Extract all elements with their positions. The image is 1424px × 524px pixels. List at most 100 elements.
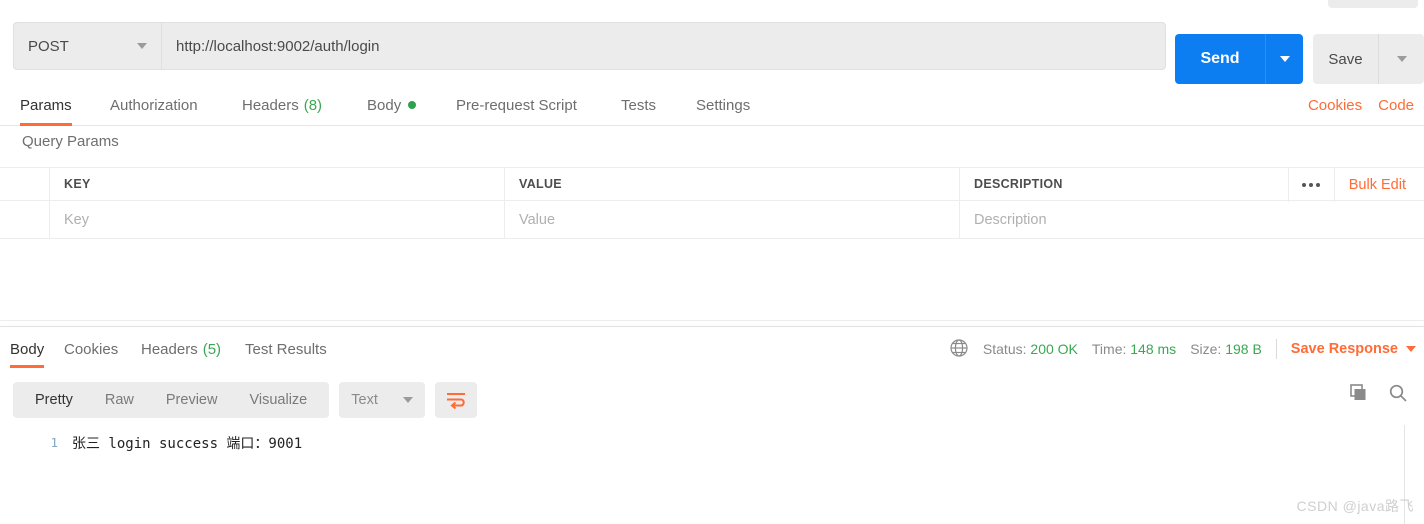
tab-label: Params	[20, 97, 72, 114]
divider	[1276, 339, 1277, 359]
line-number: 1	[0, 433, 58, 450]
time-value: 148 ms	[1130, 341, 1176, 357]
status-label: Status:	[983, 341, 1027, 357]
param-key-input[interactable]: Key	[50, 201, 505, 238]
pane-divider[interactable]	[0, 326, 1424, 327]
send-options-button[interactable]	[1265, 34, 1303, 84]
size-group: Size: 198 B	[1190, 341, 1262, 357]
chevron-down-icon	[1397, 56, 1407, 62]
request-url-input[interactable]: http://localhost:9002/auth/login	[161, 22, 1166, 70]
tab-settings[interactable]: Settings	[696, 84, 750, 126]
response-tab-cookies[interactable]: Cookies	[64, 330, 118, 368]
save-response-button[interactable]: Save Response	[1291, 341, 1416, 357]
tab-label: Body	[10, 341, 44, 358]
size-value: 198 B	[1225, 341, 1262, 357]
param-value-placeholder: Value	[519, 212, 555, 228]
response-tab-headers[interactable]: Headers (5)	[141, 330, 221, 368]
table-header-row: KEY VALUE DESCRIPTION Bulk Edit	[0, 167, 1424, 201]
body-present-dot-icon	[408, 101, 416, 109]
tab-params[interactable]: Params	[20, 84, 72, 126]
save-response-label: Save Response	[1291, 341, 1398, 357]
response-tabs: Body Cookies Headers (5) Test Results	[0, 330, 1424, 368]
response-tab-body[interactable]: Body	[10, 330, 44, 368]
chevron-down-icon	[1406, 346, 1416, 352]
tab-headers[interactable]: Headers (8)	[242, 84, 322, 126]
request-url-text: http://localhost:9002/auth/login	[176, 38, 379, 55]
column-header-label: KEY	[64, 177, 91, 191]
response-format-label: Text	[351, 392, 378, 408]
view-mode-pretty[interactable]: Pretty	[19, 382, 89, 418]
table-row[interactable]: Key Value Description	[0, 201, 1424, 239]
view-mode-visualize[interactable]: Visualize	[233, 382, 323, 418]
http-method-label: POST	[28, 38, 137, 55]
tab-label: Authorization	[110, 97, 198, 114]
tab-count: (8)	[304, 97, 322, 114]
tab-label: Headers	[242, 97, 299, 114]
globe-icon	[949, 338, 969, 361]
tab-label: Test Results	[245, 341, 327, 358]
response-body-icons	[1348, 383, 1408, 408]
tab-label: Pre-request Script	[456, 97, 577, 114]
param-value-input[interactable]: Value	[505, 201, 960, 238]
top-cutoff-control	[1328, 0, 1418, 8]
watermark: CSDN @java路飞	[1297, 496, 1414, 516]
size-label: Size:	[1190, 341, 1221, 357]
select-all-cell[interactable]	[0, 168, 50, 200]
param-key-placeholder: Key	[64, 212, 89, 228]
column-header-label: DESCRIPTION	[974, 177, 1063, 191]
code-link[interactable]: Code	[1378, 97, 1414, 114]
tab-label: Headers	[141, 341, 198, 358]
column-header-key: KEY	[50, 168, 505, 200]
tab-tests[interactable]: Tests	[621, 84, 656, 126]
params-pane-bottom-border	[0, 320, 1424, 321]
params-table-tools: Bulk Edit	[1288, 168, 1424, 202]
response-tab-test-results[interactable]: Test Results	[245, 330, 327, 368]
tab-label: Cookies	[64, 341, 118, 358]
more-options-icon[interactable]	[1288, 168, 1334, 202]
send-button[interactable]: Send	[1175, 34, 1265, 84]
search-icon[interactable]	[1388, 383, 1408, 408]
tab-label: Settings	[696, 97, 750, 114]
status-value: 200 OK	[1030, 341, 1077, 357]
view-mode-preview[interactable]: Preview	[150, 382, 234, 418]
tab-authorization[interactable]: Authorization	[110, 84, 198, 126]
view-mode-raw[interactable]: Raw	[89, 382, 150, 418]
response-meta: Status: 200 OK Time: 148 ms Size: 198 B …	[949, 330, 1416, 368]
tab-pre-request-script[interactable]: Pre-request Script	[456, 84, 577, 126]
chevron-down-icon	[1280, 56, 1290, 62]
query-params-table: KEY VALUE DESCRIPTION Bulk Edit Key Valu…	[0, 167, 1424, 239]
save-button[interactable]: Save	[1313, 34, 1378, 84]
bulk-edit-button[interactable]: Bulk Edit	[1334, 168, 1424, 202]
request-top-links: Cookies Code	[1308, 84, 1424, 126]
response-body-viewer[interactable]: 1 张三 login success 端口：9001	[0, 425, 1405, 524]
response-toolbar: Pretty Raw Preview Visualize Text	[13, 382, 477, 418]
time-label: Time:	[1092, 341, 1126, 357]
request-tabs: Params Authorization Headers (8) Body Pr…	[0, 84, 1424, 126]
wrap-lines-icon	[445, 391, 467, 409]
code-line: 1 张三 login success 端口：9001	[0, 425, 1404, 453]
save-options-button[interactable]	[1378, 34, 1424, 84]
tab-label: Body	[367, 97, 401, 114]
status-group: Status: 200 OK	[983, 341, 1078, 357]
chevron-down-icon	[137, 43, 147, 49]
response-format-select[interactable]: Text	[339, 382, 425, 418]
http-method-select[interactable]: POST	[13, 22, 161, 70]
cookies-link[interactable]: Cookies	[1308, 97, 1362, 114]
wrap-lines-button[interactable]	[435, 382, 477, 418]
line-content: 张三 login success 端口：9001	[58, 433, 302, 453]
param-description-input[interactable]: Description	[960, 201, 1424, 238]
column-header-value: VALUE	[505, 168, 960, 200]
time-group: Time: 148 ms	[1092, 341, 1176, 357]
chevron-down-icon	[403, 397, 413, 403]
tab-count: (5)	[203, 341, 221, 358]
tab-body[interactable]: Body	[367, 84, 416, 126]
copy-icon[interactable]	[1348, 383, 1368, 408]
param-description-placeholder: Description	[974, 212, 1047, 228]
query-params-title: Query Params	[22, 133, 119, 150]
postman-window: POST http://localhost:9002/auth/login Se…	[0, 0, 1424, 524]
response-view-modes: Pretty Raw Preview Visualize	[13, 382, 329, 418]
column-header-label: VALUE	[519, 177, 562, 191]
tab-label: Tests	[621, 97, 656, 114]
request-url-row: POST http://localhost:9002/auth/login Se…	[0, 14, 1424, 76]
row-checkbox-cell[interactable]	[0, 201, 50, 238]
